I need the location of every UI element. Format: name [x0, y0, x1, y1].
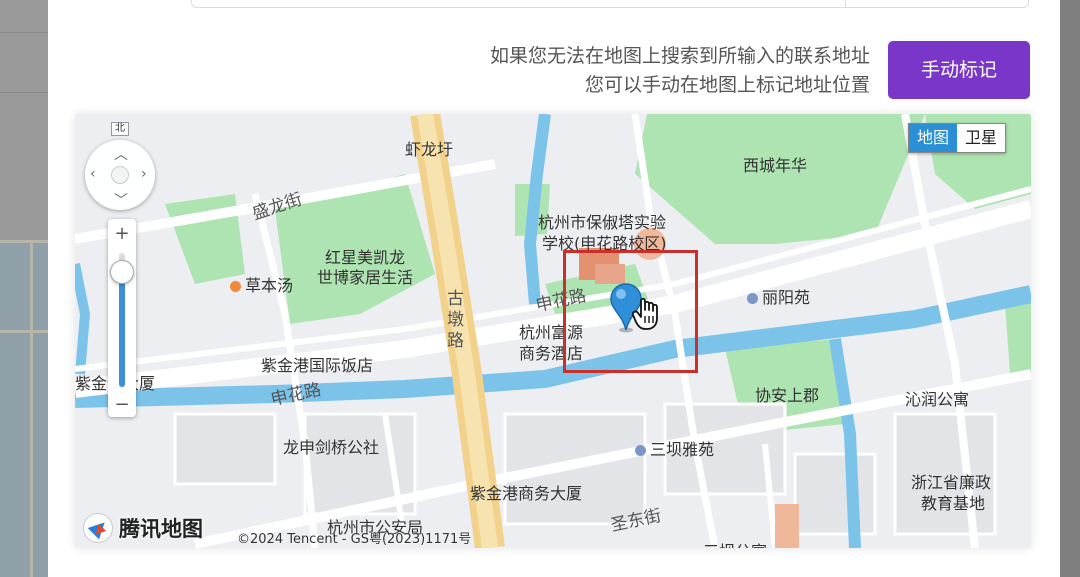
label-liyangyuan-text: 丽阳苑 — [762, 288, 811, 307]
tencent-map-logo: 腾讯地图 — [83, 512, 203, 544]
hand-cursor-icon — [631, 297, 658, 330]
hint-line-1: 如果您无法在地图上搜索到所输入的联系地址 — [489, 45, 870, 67]
pan-center[interactable] — [111, 166, 129, 184]
label-xialongyu: 虾龙圩 — [405, 140, 454, 159]
zoom-in-button[interactable]: + — [108, 223, 136, 244]
pan-right-icon[interactable]: › — [141, 166, 147, 182]
map-copyright: ©2024 Tencent - GS粤(2023)1171号 — [237, 532, 472, 547]
pan-control[interactable]: ︿ ﹀ ‹ › — [85, 140, 155, 210]
label-caobentang-text: 草本汤 — [245, 276, 294, 295]
background-page — [0, 0, 48, 577]
label-lianzheng-line2: 教育基地 — [921, 494, 986, 513]
label-sanba: 三坝雅苑 — [635, 436, 714, 460]
label-liyangyuan: 丽阳苑 — [747, 284, 810, 308]
map-type-satellite-button[interactable]: 卫星 — [957, 124, 1005, 152]
label-longshen: 龙申剑桥公社 — [283, 438, 380, 457]
map-canvas[interactable]: 虾龙圩 西城年华 盛龙街 红星美凯龙 世博家居生活 草本汤 杭州市保俶塔实验 学… — [75, 114, 1031, 548]
north-compass-icon: 北 — [111, 122, 129, 136]
pan-down-icon[interactable]: ﹀ — [114, 190, 128, 210]
label-qinrun: 沁润公寓 — [905, 390, 970, 409]
label-caobentang: 草本汤 — [230, 272, 293, 296]
map-type-switch: 地图 卫星 — [908, 123, 1007, 153]
zoom-slider-fill — [119, 273, 125, 387]
address-input-bottom-edge[interactable] — [191, 0, 1029, 8]
label-xicheng-nianhua: 西城年华 — [743, 156, 808, 175]
compass-logo-icon — [83, 513, 113, 543]
background-divider — [0, 32, 48, 33]
background-divider — [0, 92, 48, 93]
label-zijingang-business: 紫金港商务大厦 — [470, 484, 583, 503]
map-type-map-button[interactable]: 地图 — [909, 124, 958, 152]
label-shibo: 世博家居生活 — [317, 268, 414, 287]
label-xiean: 协安上郡 — [755, 386, 820, 405]
map-dialog: 如果您无法在地图上搜索到所输入的联系地址 您可以手动在地图上标记地址位置 手动标… — [48, 0, 1080, 577]
hint-line-2: 您可以手动在地图上标记地址位置 — [584, 74, 870, 96]
manual-mark-hint: 如果您无法在地图上搜索到所输入的联系地址 您可以手动在地图上标记地址位置 — [428, 42, 870, 100]
label-gudun-road: 古墩路 — [447, 289, 464, 351]
label-zijingang-hotel: 紫金港国际饭店 — [261, 356, 374, 375]
zoom-out-button[interactable]: − — [108, 394, 136, 415]
zoom-slider-thumb[interactable] — [110, 260, 134, 284]
pan-up-icon[interactable]: ︿ — [114, 144, 128, 164]
manual-mark-button[interactable]: 手动标记 — [888, 41, 1030, 99]
zoom-control: + − — [108, 219, 136, 417]
label-sanba-text: 三坝雅苑 — [650, 440, 715, 459]
background-map — [0, 240, 48, 577]
label-sanba-gongyu: 三坝公寓 — [703, 538, 767, 548]
logo-text: 腾讯地图 — [119, 517, 203, 541]
pan-left-icon[interactable]: ‹ — [90, 166, 96, 182]
